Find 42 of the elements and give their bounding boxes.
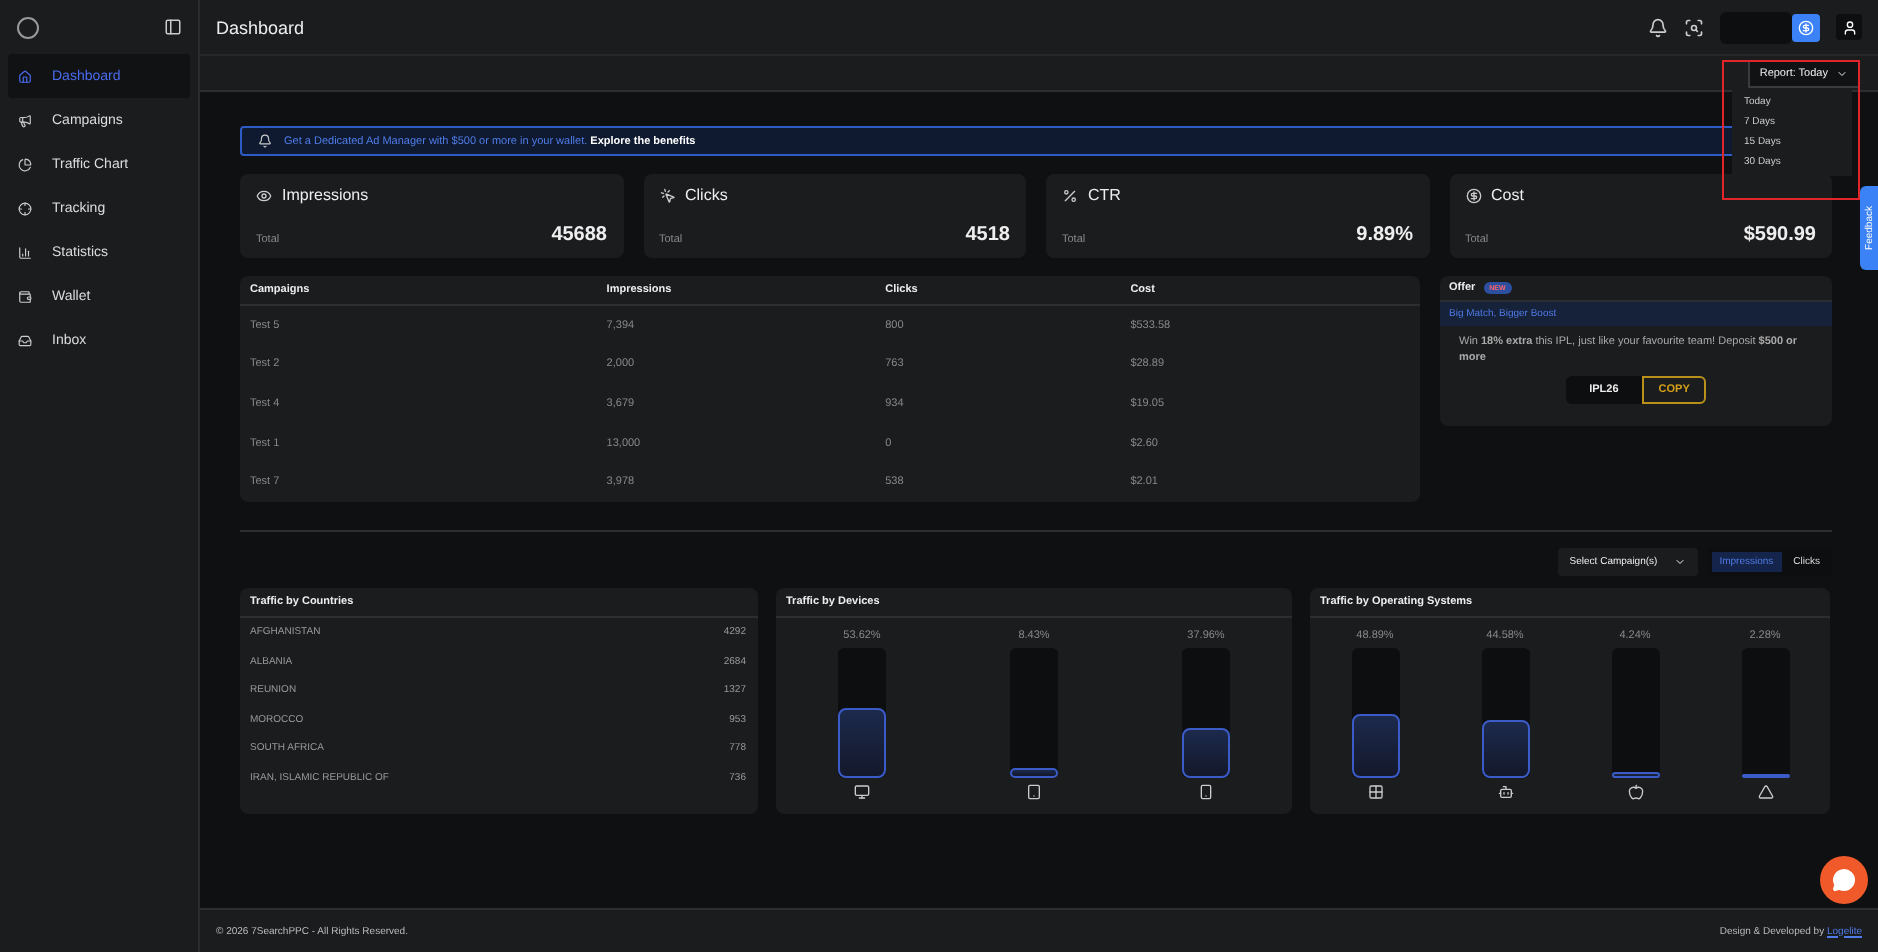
robot-icon	[1497, 784, 1513, 800]
balance-display	[1720, 11, 1792, 43]
crosshair-icon	[18, 201, 32, 215]
pointer-icon	[659, 187, 675, 203]
percent-icon	[1062, 187, 1078, 203]
sidebar-toggle-icon[interactable]	[164, 18, 182, 36]
wallet-icon	[18, 289, 32, 303]
home-icon	[18, 69, 32, 83]
stat-title: Clicks	[685, 186, 728, 204]
user-button[interactable]	[1836, 14, 1862, 40]
stat-value: 45688	[551, 224, 607, 246]
inbox-icon	[18, 333, 32, 347]
dollar-icon	[1798, 19, 1814, 35]
stat-title: Impressions	[282, 186, 369, 204]
stat-value: 4518	[965, 224, 1010, 246]
bell-icon[interactable]	[1648, 17, 1668, 37]
triangle-icon	[1757, 784, 1773, 800]
wallet-button[interactable]	[1792, 13, 1820, 41]
megaphone-icon	[18, 113, 32, 127]
scan-icon[interactable]	[1684, 17, 1704, 37]
stat-value: $590.99	[1743, 224, 1816, 246]
windows-icon	[1367, 784, 1383, 800]
bar-chart-icon	[18, 245, 32, 259]
chevron-icon	[1673, 556, 1686, 568]
user-icon	[1841, 19, 1857, 35]
stat-title: Cost	[1491, 186, 1524, 204]
page-title: Dashboard	[216, 17, 305, 37]
stat-value: 9.89%	[1356, 224, 1413, 246]
tablet-icon	[1026, 784, 1042, 800]
chevron-icon	[1836, 67, 1848, 79]
pie-chart-icon	[18, 157, 32, 171]
bell-icon	[258, 134, 272, 148]
apple-icon	[1627, 784, 1643, 800]
eye-icon	[256, 187, 272, 203]
phone-icon	[1198, 784, 1214, 800]
dollar-icon	[1465, 187, 1481, 203]
chat-icon	[1832, 868, 1856, 892]
monitor-icon	[854, 784, 870, 800]
stat-title: CTR	[1088, 186, 1121, 204]
chat-button[interactable]	[1820, 856, 1868, 904]
logo-icon	[16, 15, 40, 39]
highlight-frame	[1722, 60, 1860, 200]
